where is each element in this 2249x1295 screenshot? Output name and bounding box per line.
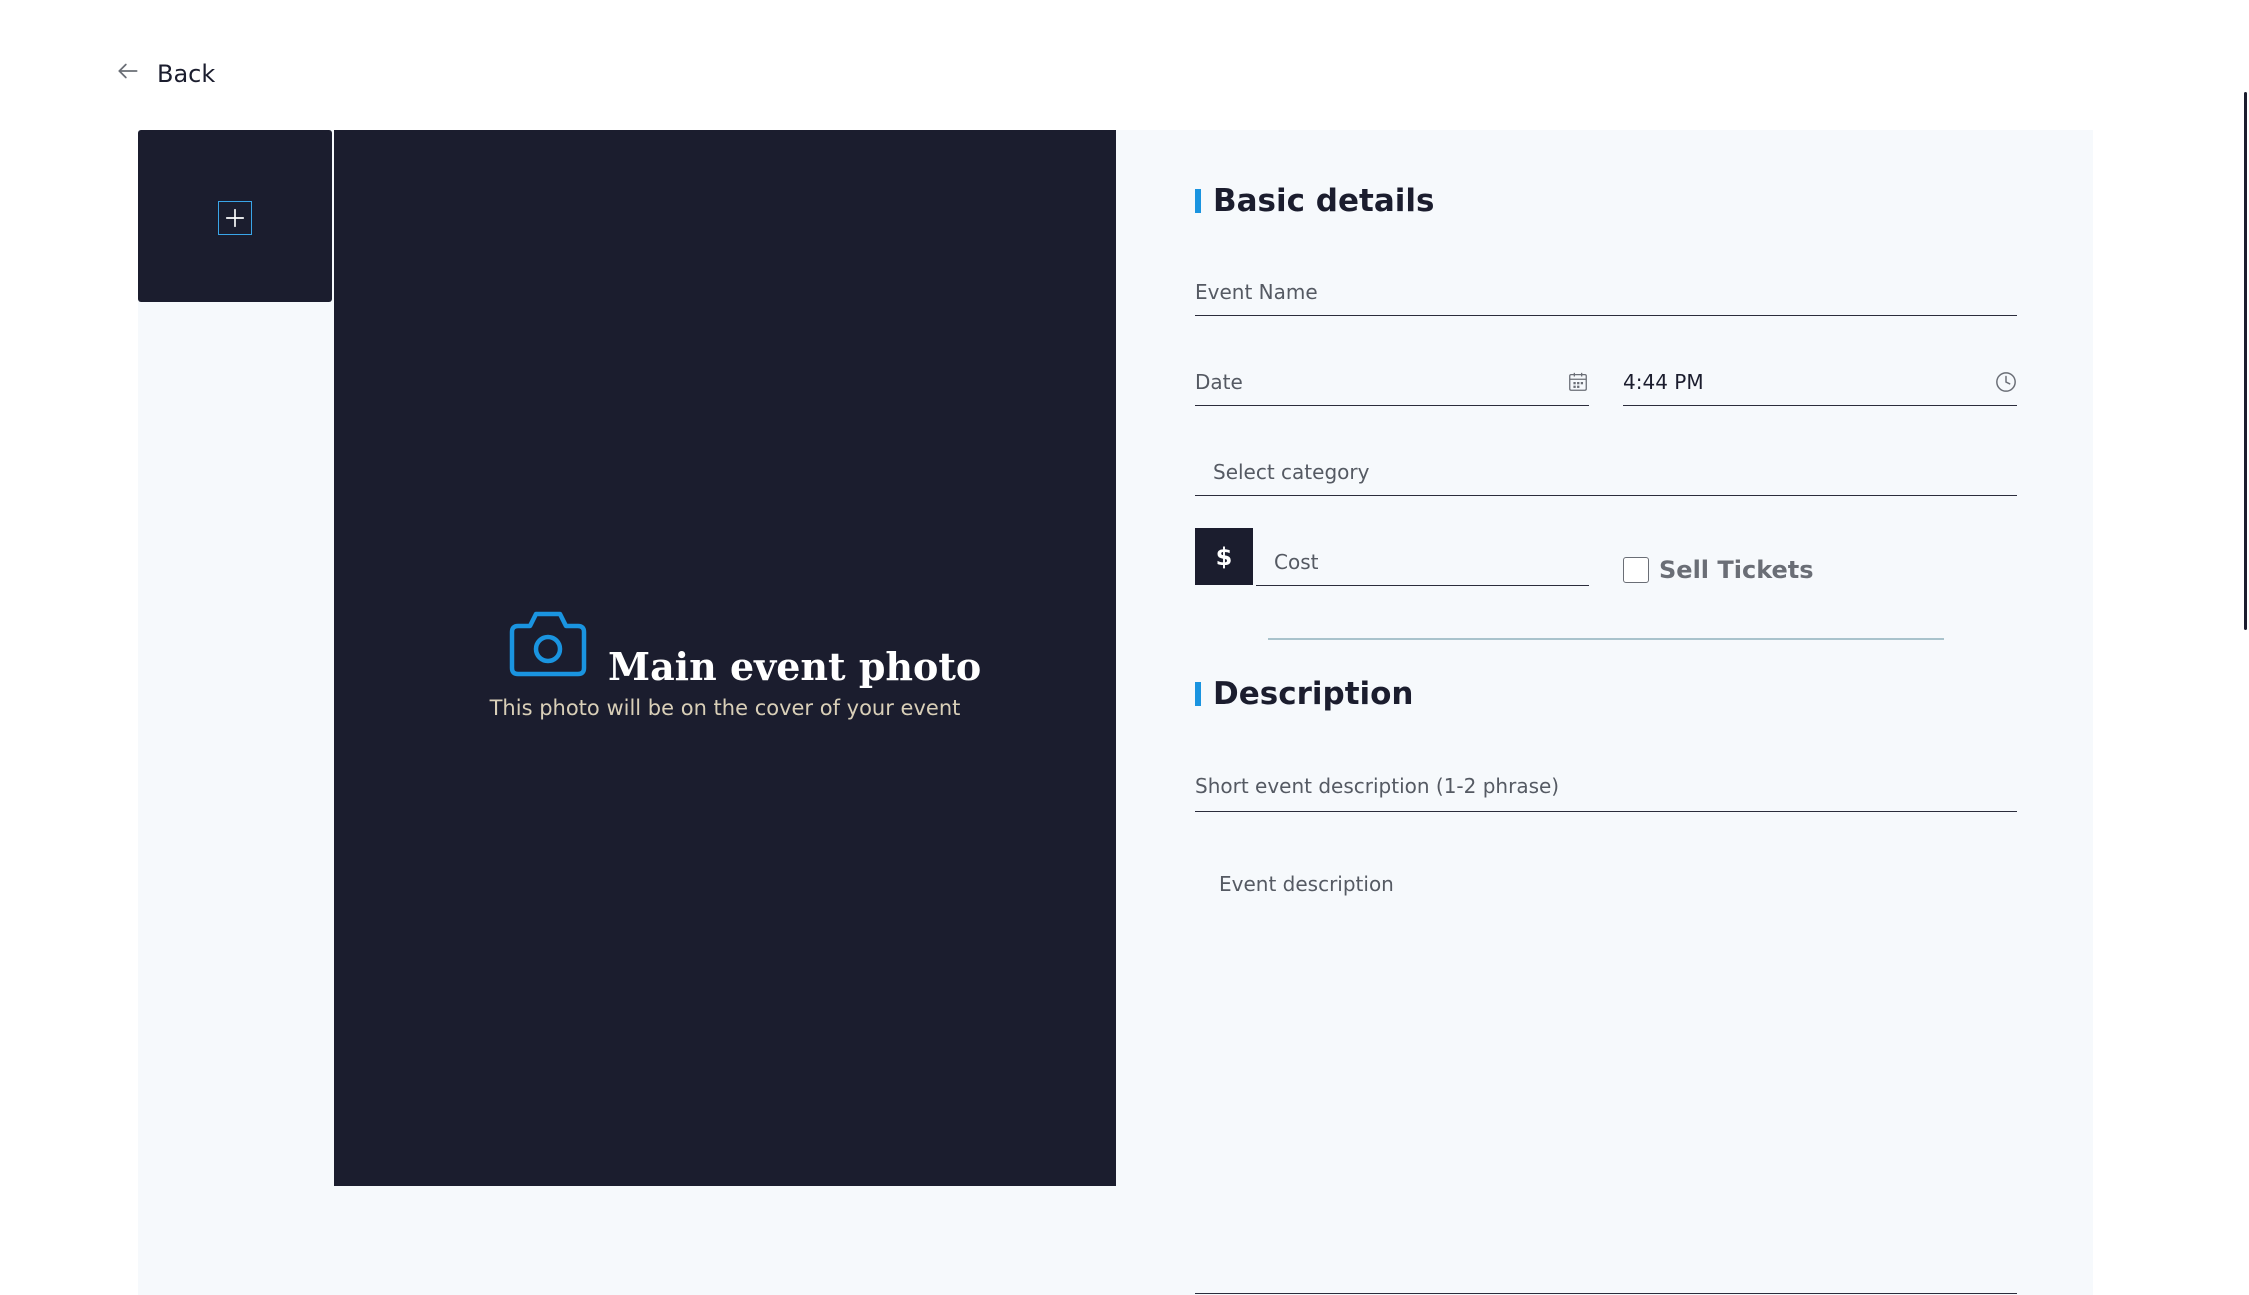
main-photo-subtitle: This photo will be on the cover of your …: [489, 696, 961, 720]
camera-icon: [508, 606, 588, 682]
cost-input[interactable]: [1274, 549, 1589, 574]
event-description-textarea[interactable]: [1195, 852, 2017, 1293]
event-name-input[interactable]: [1195, 279, 2017, 304]
time-field[interactable]: [1623, 358, 2017, 406]
short-description-field[interactable]: [1195, 760, 2017, 812]
basic-details-title: Basic details: [1213, 183, 1435, 219]
cost-field[interactable]: [1256, 538, 1589, 586]
sell-tickets-label: Sell Tickets: [1659, 556, 1814, 584]
date-input[interactable]: [1195, 369, 1567, 394]
event-name-field[interactable]: [1195, 268, 2017, 316]
date-field[interactable]: [1195, 358, 1589, 406]
main-photo-heading: Main event photo: [508, 606, 981, 686]
section-accent-bar: [1195, 682, 1201, 706]
sell-tickets-checkbox[interactable]: [1623, 557, 1649, 583]
add-photo-button[interactable]: [138, 130, 332, 302]
main-photo-upload[interactable]: Main event photo This photo will be on t…: [334, 130, 1116, 1186]
basic-details-heading: Basic details: [1195, 183, 1434, 219]
description-heading: Description: [1195, 676, 1414, 712]
category-input[interactable]: [1213, 459, 2017, 484]
arrow-left-icon: [115, 58, 141, 90]
back-label: Back: [157, 60, 216, 88]
clock-icon[interactable]: [1995, 371, 2017, 393]
plus-icon: [218, 201, 252, 235]
page-scrollbar[interactable]: [2244, 92, 2247, 630]
time-input[interactable]: [1623, 369, 1995, 394]
event-description-field[interactable]: [1195, 852, 2017, 1294]
description-title: Description: [1213, 676, 1414, 712]
sell-tickets-toggle[interactable]: Sell Tickets: [1623, 556, 1814, 584]
section-divider: [1268, 638, 1944, 640]
back-link[interactable]: Back: [115, 58, 215, 90]
event-editor-page: Back Main event photo This photo will be…: [0, 0, 2249, 1295]
main-photo-title: Main event photo: [608, 644, 982, 689]
calendar-icon[interactable]: [1567, 371, 1589, 393]
section-accent-bar: [1195, 189, 1201, 213]
short-description-input[interactable]: [1195, 773, 2017, 798]
category-select[interactable]: [1195, 448, 2017, 496]
currency-badge: $: [1195, 528, 1253, 585]
